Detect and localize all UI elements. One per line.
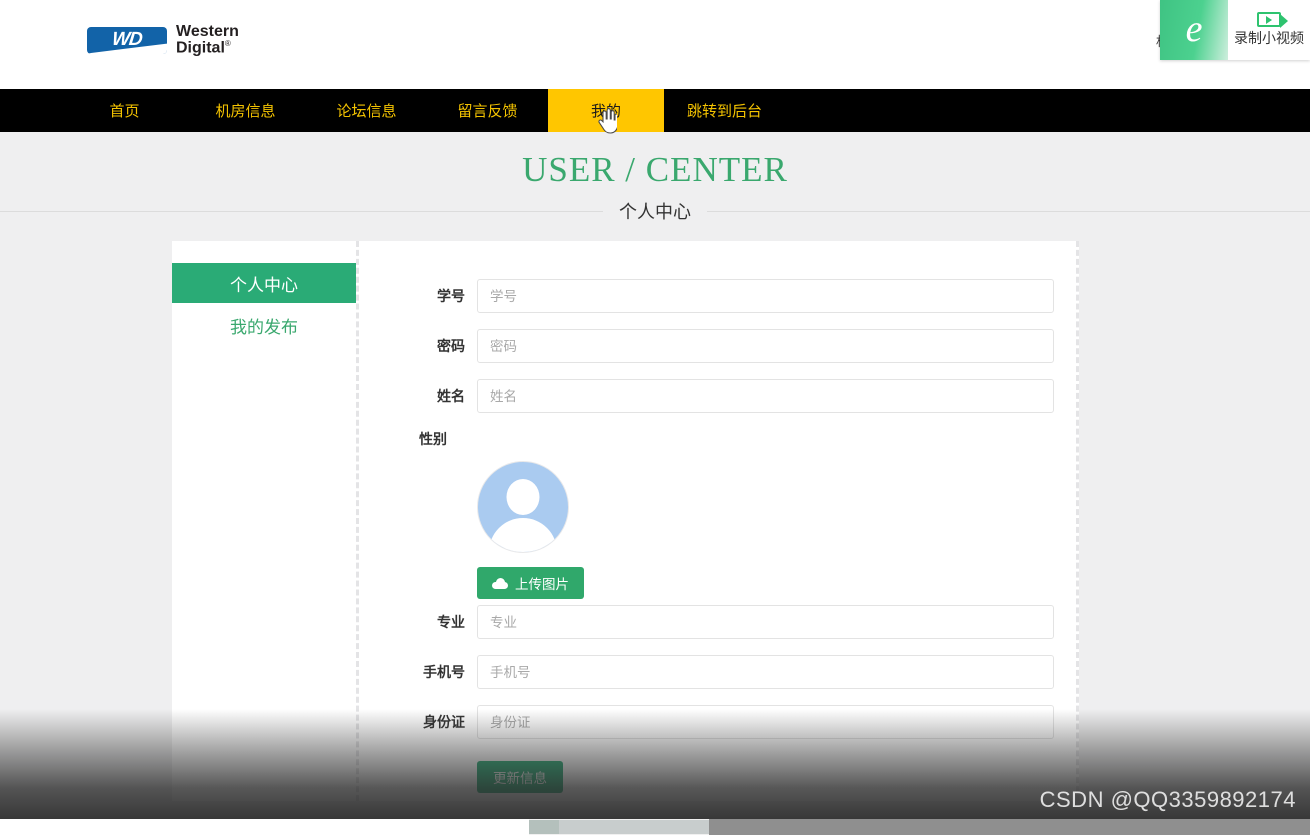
user-center-sidebar: 个人中心 我的发布 xyxy=(172,241,359,801)
browser-page: WD Western Digital® 机房 e 录制小视频 首页 机房信息 论… xyxy=(0,0,1310,835)
label-phone: 手机号 xyxy=(423,664,465,680)
registered-mark: ® xyxy=(224,39,231,49)
wd-badge-text: WD xyxy=(111,29,143,51)
nav-item-forum-info[interactable]: 论坛信息 xyxy=(306,89,427,132)
form-row-gender: 性别 xyxy=(419,429,1054,449)
input-password[interactable] xyxy=(477,329,1054,363)
wd-wordmark-line2: Digital xyxy=(176,39,225,57)
page-title-chinese: 个人中心 xyxy=(603,198,707,224)
cloud-upload-icon xyxy=(492,577,508,589)
form-row-major: 专业 xyxy=(419,605,1054,639)
form-row-password: 密码 xyxy=(419,329,1054,363)
main-navigation: 首页 机房信息 论坛信息 留言反馈 我的 跳转到后台 xyxy=(0,89,1310,132)
wd-wordmark: Western Digital® xyxy=(176,23,239,57)
video-camera-icon xyxy=(1257,12,1288,28)
user-center-panel: 个人中心 我的发布 学号 密码 姓名 性别 xyxy=(172,241,1079,801)
label-name: 姓名 xyxy=(437,388,465,404)
avatar-head-shape xyxy=(506,479,540,515)
internet-explorer-icon: e xyxy=(1160,0,1228,60)
avatar-block: 上传图片 xyxy=(477,461,1054,599)
form-row-phone: 手机号 xyxy=(419,655,1054,689)
horizontal-scrollbar[interactable] xyxy=(0,819,1310,835)
site-header: WD Western Digital® 机房 xyxy=(0,0,1310,89)
input-name[interactable] xyxy=(477,379,1054,413)
scrollbar-track-right[interactable] xyxy=(709,819,1310,835)
wd-wordmark-line1: Western xyxy=(176,23,239,40)
avatar-body-shape xyxy=(489,518,557,552)
input-phone[interactable] xyxy=(477,655,1054,689)
nav-item-home[interactable]: 首页 xyxy=(64,89,185,132)
upload-image-label: 上传图片 xyxy=(515,577,569,592)
form-row-name: 姓名 xyxy=(419,379,1054,413)
form-row-id-card: 身份证 xyxy=(419,705,1054,739)
scrollbar-thumb-shade[interactable] xyxy=(529,820,559,834)
page-title-block: USER / CENTER 个人中心 xyxy=(0,136,1310,226)
wd-badge-icon: WD xyxy=(87,26,167,54)
label-password: 密码 xyxy=(437,338,465,354)
play-triangle xyxy=(1266,15,1272,24)
western-digital-logo[interactable]: WD Western Digital® xyxy=(87,23,239,57)
input-major[interactable] xyxy=(477,605,1054,639)
nav-item-feedback[interactable]: 留言反馈 xyxy=(427,89,548,132)
watermark: CSDN @QQ3359892174 xyxy=(1039,787,1296,812)
label-student-id: 学号 xyxy=(437,288,465,304)
upload-image-button[interactable]: 上传图片 xyxy=(477,567,584,599)
form-row-student-id: 学号 xyxy=(419,279,1054,313)
record-button[interactable]: 录制小视频 xyxy=(1228,0,1310,60)
input-id-card[interactable] xyxy=(477,705,1054,739)
avatar xyxy=(477,461,569,553)
sidebar-item-my-posts[interactable]: 我的发布 xyxy=(172,305,356,345)
label-gender: 性别 xyxy=(419,431,447,447)
wd-wordmark-line2-wrap: Digital® xyxy=(176,40,239,57)
record-label: 录制小视频 xyxy=(1234,30,1304,46)
scrollbar-track-left[interactable] xyxy=(0,819,529,835)
label-id-card: 身份证 xyxy=(423,714,465,730)
label-major: 专业 xyxy=(437,614,465,630)
page-title-chinese-wrap: 个人中心 xyxy=(0,196,1310,226)
ie-glyph: e xyxy=(1185,7,1203,50)
sidebar-item-personal-center[interactable]: 个人中心 xyxy=(172,263,356,303)
nav-item-room-info[interactable]: 机房信息 xyxy=(185,89,306,132)
nav-item-mine[interactable]: 我的 xyxy=(548,89,664,132)
record-video-overlay[interactable]: e 录制小视频 xyxy=(1160,0,1310,60)
profile-form: 学号 密码 姓名 性别 上传图片 xyxy=(359,241,1076,801)
update-info-button[interactable]: 更新信息 xyxy=(477,761,563,793)
input-student-id[interactable] xyxy=(477,279,1054,313)
page-title-english: USER / CENTER xyxy=(522,150,788,189)
nav-item-admin[interactable]: 跳转到后台 xyxy=(664,89,785,132)
